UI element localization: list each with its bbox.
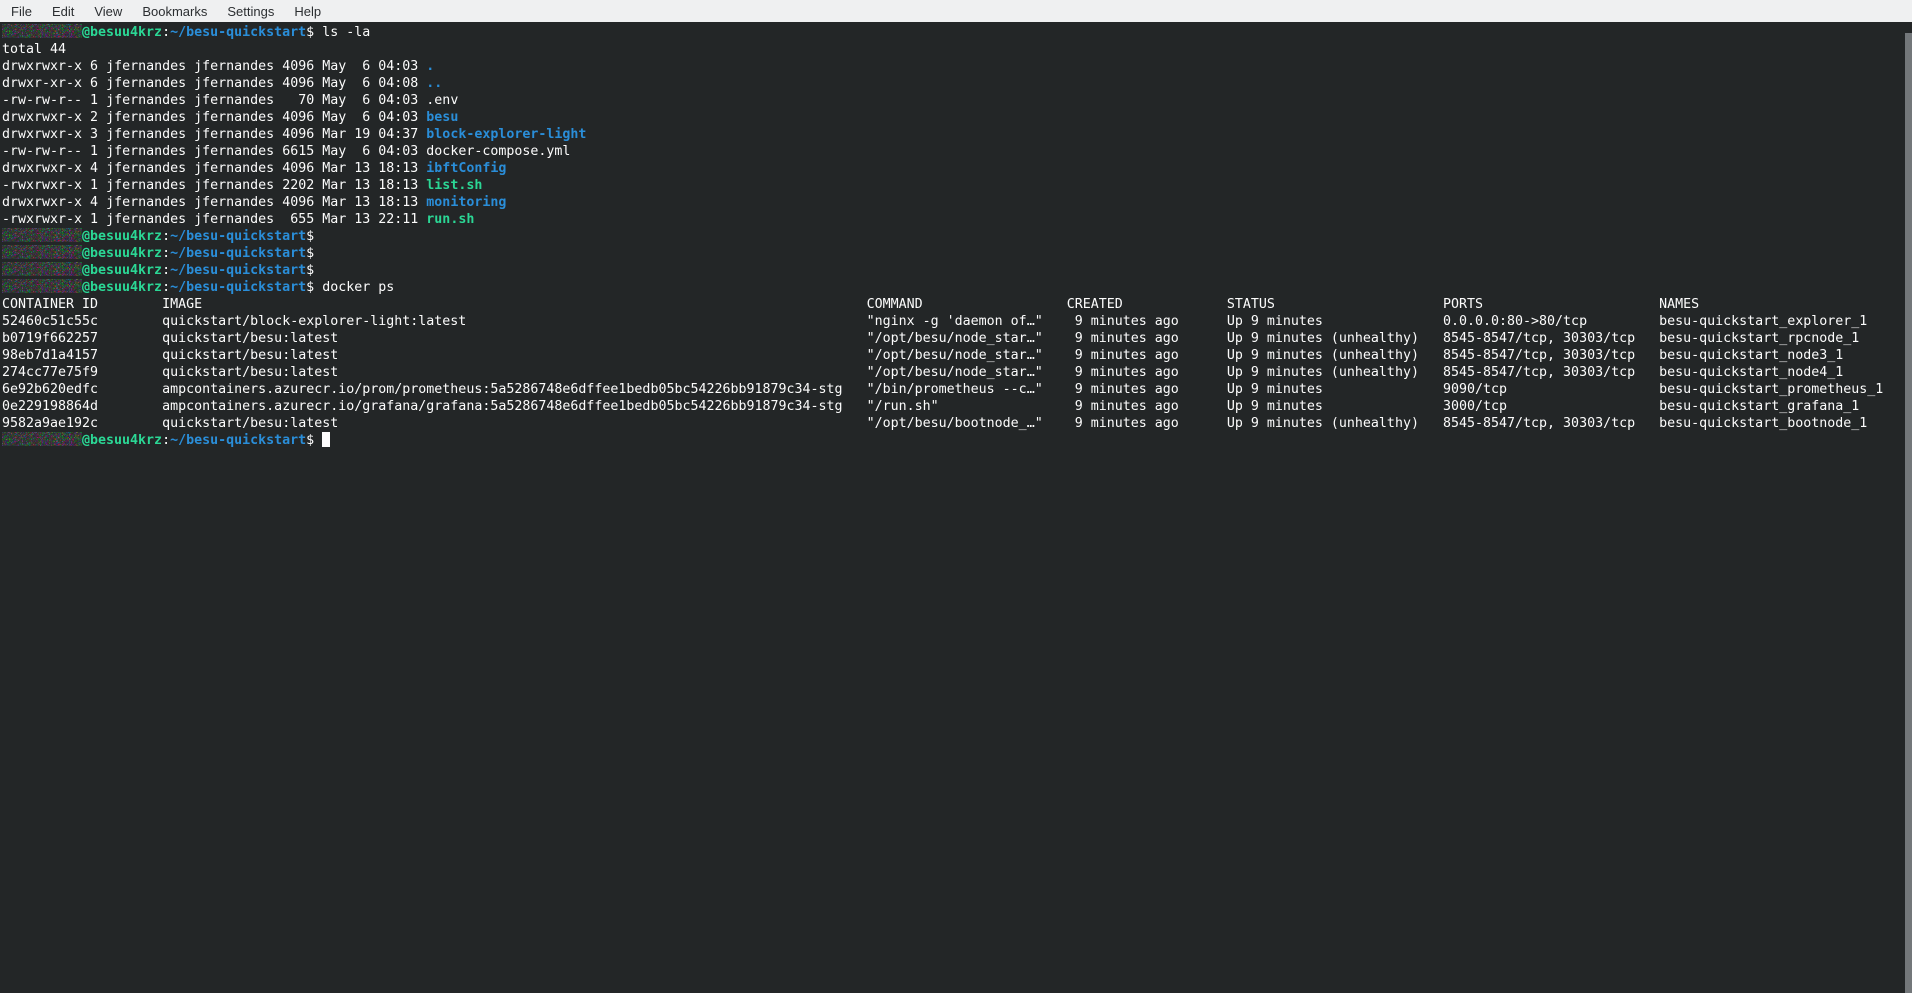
ls-entry-line: drwxrwxr-x 4 jfernandes jfernandes 4096 … bbox=[2, 160, 1912, 177]
ls-entry-line: drwxrwxr-x 2 jfernandes jfernandes 4096 … bbox=[2, 109, 1912, 126]
ls-entry-line: drwxrwxr-x 4 jfernandes jfernandes 4096 … bbox=[2, 194, 1912, 211]
docker-ps-header: CONTAINER ID IMAGE COMMAND CREATED STATU… bbox=[2, 296, 1912, 313]
redacted-username bbox=[2, 24, 82, 38]
docker-ps-row: 6e92b620edfc ampcontainers.azurecr.io/pr… bbox=[2, 381, 1912, 398]
menu-file[interactable]: File bbox=[1, 4, 42, 19]
docker-ps-row: b0719f662257 quickstart/besu:latest "/op… bbox=[2, 330, 1912, 347]
ls-entry-line: -rwxrwxr-x 1 jfernandes jfernandes 655 M… bbox=[2, 211, 1912, 228]
redacted-username bbox=[2, 245, 82, 259]
ls-entry-line: drwxr-xr-x 6 jfernandes jfernandes 4096 … bbox=[2, 75, 1912, 92]
ls-entry-line: -rw-rw-r-- 1 jfernandes jfernandes 70 Ma… bbox=[2, 92, 1912, 109]
ls-entry-line: -rwxrwxr-x 1 jfernandes jfernandes 2202 … bbox=[2, 177, 1912, 194]
redacted-username bbox=[2, 279, 82, 293]
menu-view[interactable]: View bbox=[84, 4, 132, 19]
prompt-line: @besuu4krz:~/besu-quickstart$ bbox=[2, 262, 1912, 279]
redacted-username bbox=[2, 228, 82, 242]
ls-entry-line: -rw-rw-r-- 1 jfernandes jfernandes 6615 … bbox=[2, 143, 1912, 160]
prompt-line: @besuu4krz:~/besu-quickstart$ bbox=[2, 228, 1912, 245]
terminal-body: @besuu4krz:~/besu-quickstart$ ls -latota… bbox=[0, 22, 1912, 449]
docker-ps-row: 274cc77e75f9 quickstart/besu:latest "/op… bbox=[2, 364, 1912, 381]
prompt-line: @besuu4krz:~/besu-quickstart$ docker ps bbox=[2, 279, 1912, 296]
menu-help[interactable]: Help bbox=[284, 4, 331, 19]
prompt-line: @besuu4krz:~/besu-quickstart$ bbox=[2, 245, 1912, 262]
menu-settings[interactable]: Settings bbox=[217, 4, 284, 19]
docker-ps-row: 9582a9ae192c quickstart/besu:latest "/op… bbox=[2, 415, 1912, 432]
docker-ps-row: 0e229198864d ampcontainers.azurecr.io/gr… bbox=[2, 398, 1912, 415]
docker-ps-row: 98eb7d1a4157 quickstart/besu:latest "/op… bbox=[2, 347, 1912, 364]
terminal-screen[interactable]: @besuu4krz:~/besu-quickstart$ ls -latota… bbox=[0, 22, 1912, 993]
menu-edit[interactable]: Edit bbox=[42, 4, 84, 19]
menu-bar: File Edit View Bookmarks Settings Help bbox=[0, 0, 1912, 22]
ls-entry-line: drwxrwxr-x 3 jfernandes jfernandes 4096 … bbox=[2, 126, 1912, 143]
terminal-cursor bbox=[322, 432, 330, 447]
ls-entry-line: drwxrwxr-x 6 jfernandes jfernandes 4096 … bbox=[2, 58, 1912, 75]
docker-ps-row: 52460c51c55c quickstart/block-explorer-l… bbox=[2, 313, 1912, 330]
scrollbar-thumb[interactable] bbox=[1905, 33, 1912, 993]
ls-total-line: total 44 bbox=[2, 41, 1912, 58]
redacted-username bbox=[2, 262, 82, 276]
prompt-line: @besuu4krz:~/besu-quickstart$ ls -la bbox=[2, 24, 1912, 41]
prompt-line: @besuu4krz:~/besu-quickstart$ bbox=[2, 432, 1912, 449]
menu-bookmarks[interactable]: Bookmarks bbox=[132, 4, 217, 19]
redacted-username bbox=[2, 432, 82, 446]
